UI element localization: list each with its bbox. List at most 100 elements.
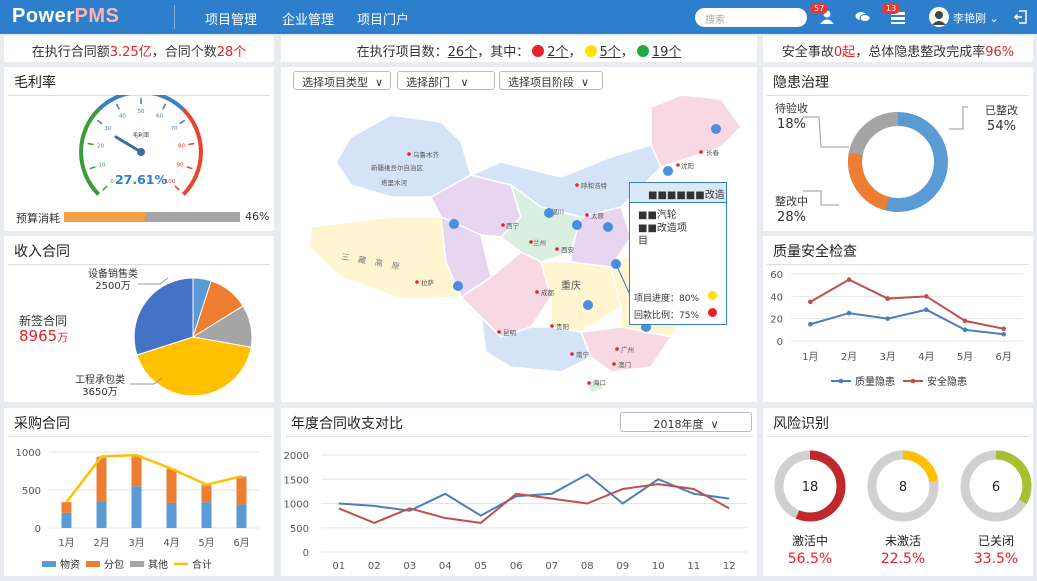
gauge-tick-label: 70	[171, 126, 178, 132]
risk-panel: 风险识别 18 激活中 56.5% 8 未激活 22.5% 6 已关闭 33.5%	[763, 408, 1033, 576]
gauge-tick-label: 30	[104, 126, 111, 132]
gauge-tick	[179, 119, 186, 125]
username[interactable]: 李艳刚 ⌄	[953, 10, 999, 26]
x-tick-label: 1月	[58, 537, 74, 549]
series-line	[809, 278, 1004, 330]
contract-summary: 在执行合同额3.25亿，合同个数28个	[4, 36, 274, 62]
gauge-tick	[102, 185, 108, 191]
income-contract-panel: 收入合同 新签合同 8965万 设备销售类 2500万 工程承包类 3650万	[4, 236, 274, 402]
svg-text:海口: 海口	[593, 378, 606, 387]
project-popup[interactable]: ■■■■■■改造 ■■汽轮 ■■改造项目 项目进度：80% 回款比例：75%	[629, 182, 727, 325]
bar-segment	[61, 512, 72, 528]
data-point	[846, 310, 852, 316]
panel-title: 风险识别	[773, 416, 829, 432]
nav-project-management[interactable]: 项目管理	[205, 9, 257, 28]
data-point	[808, 299, 813, 305]
total-projects-link[interactable]: 26个	[448, 45, 478, 60]
y-tick-label: 1500	[284, 475, 309, 486]
bar-segment	[166, 468, 177, 503]
quality-line-chart: 0 20 40 60 1月 2月 3月 4月 5月 6月质量隐患 安全隐患	[770, 270, 1023, 388]
legend-label: 安全隐患	[927, 375, 967, 388]
svg-text:成都: 成都	[541, 288, 555, 297]
gauge-tick-label: 40	[119, 113, 126, 119]
budget-bar	[64, 212, 240, 222]
yellow-projects-link[interactable]: 5个	[600, 45, 621, 60]
search-input[interactable]: 搜索	[695, 8, 807, 27]
data-point	[885, 296, 890, 301]
fixed-label: 已整改 54%	[985, 104, 1018, 134]
x-tick-label: 05	[474, 561, 487, 572]
data-point	[885, 316, 890, 321]
bar-segment	[96, 458, 107, 502]
y-tick-label: 2000	[284, 451, 309, 462]
bar-segment	[236, 504, 247, 528]
risk-count: 8	[899, 480, 907, 495]
x-tick-label: 4月	[163, 537, 179, 549]
bar-segment	[166, 502, 177, 528]
logout-icon[interactable]	[1013, 9, 1029, 25]
gauge-tick	[87, 142, 94, 146]
annual-line-chart: 0 500 1000 1500 2000 01 02 03 04 05 06 07 08 09 10 11 12	[284, 451, 747, 572]
bar-segment	[131, 457, 142, 487]
svg-text:长春: 长春	[706, 148, 720, 157]
chat-icon[interactable]	[855, 9, 871, 25]
logo[interactable]: PowerPMS	[12, 5, 119, 28]
nav-project-portal[interactable]: 项目门户	[357, 9, 409, 28]
pending-label: 待验收 18%	[775, 102, 808, 132]
risk-count: 6	[992, 480, 1000, 495]
budget-label: 预算消耗	[16, 212, 60, 225]
bar-segment	[96, 501, 107, 528]
x-tick-label: 2月	[93, 537, 109, 549]
x-tick-label: 4月	[918, 351, 934, 363]
budget-value: 46%	[245, 210, 270, 223]
y-tick-label: 40	[770, 292, 783, 303]
nav-enterprise-management[interactable]: 企业管理	[282, 9, 334, 28]
x-tick-label: 11	[687, 561, 700, 572]
avatar[interactable]	[929, 7, 949, 27]
x-tick-label: 2月	[841, 351, 857, 363]
x-tick-label: 03	[403, 561, 416, 572]
red-status-dot	[532, 45, 545, 57]
gauge-tick	[96, 119, 103, 125]
svg-text:新疆维吾尔自治区: 新疆维吾尔自治区	[371, 163, 424, 172]
hazard-panel: 隐患治理 已整改 54% 整改中 28% 待验收 18%	[763, 67, 1033, 231]
data-point	[1001, 326, 1006, 332]
legend-label: 物资	[60, 558, 80, 571]
quality-check-panel: 质量安全检查 0 20 40 60 1月 2月 3月 4月 5月 6月 质量隐患 安全隐患	[763, 236, 1033, 402]
project-summary: 在执行项目数：26个，其中： 2个， 5个， 19个	[281, 36, 757, 62]
svg-text:呼和浩特: 呼和浩特	[581, 181, 608, 190]
panel-title: 年度合同收支对比	[291, 416, 403, 432]
purchase-contract-panel: 采购合同 0 500 1000 1月 2月 3月 4月 5月 6月 物资 分包 其他 合计	[4, 408, 274, 576]
panel-title: 质量安全检查	[773, 244, 857, 260]
popup-payment: 回款比例：75%	[634, 311, 700, 321]
gauge-tick-label: 90	[176, 163, 183, 169]
svg-text:昆明: 昆明	[503, 329, 517, 337]
x-tick-label: 10	[652, 561, 665, 572]
svg-text:西安: 西安	[561, 245, 575, 254]
svg-text:广州: 广州	[621, 345, 634, 354]
year-select[interactable]: 2018年度 ∨	[620, 412, 752, 432]
risk-percent: 56.5%	[788, 551, 832, 567]
message-badge: 13	[882, 3, 901, 14]
annual-comparison-panel: 年度合同收支对比 2018年度 ∨ 0 500 1000 1500 2000 01 02 03…	[281, 408, 757, 576]
risk-label: 未激活	[885, 534, 921, 548]
bar-segment	[201, 486, 212, 503]
data-point	[962, 327, 968, 333]
gauge-tick-label: 80	[178, 144, 185, 150]
y-tick-label: 0	[303, 548, 309, 559]
gauge-tick	[89, 166, 96, 170]
green-status-dot	[636, 45, 649, 57]
svg-text:兰州: 兰州	[533, 238, 546, 247]
gauge-tick	[174, 185, 180, 191]
purchase-bar-chart: 0 500 1000 1月 2月 3月 4月 5月 6月物资 分包 其他 合计	[16, 448, 259, 571]
data-point	[846, 277, 852, 282]
red-projects-link[interactable]: 2个	[547, 45, 568, 60]
gauge-tick-label: 10	[99, 163, 106, 169]
gauge-tick	[188, 142, 195, 146]
svg-text:西宁: 西宁	[506, 221, 520, 230]
green-projects-link[interactable]: 19个	[652, 45, 682, 60]
x-tick-label: 3月	[128, 537, 144, 549]
y-tick-label: 500	[290, 524, 309, 535]
legend-label: 其他	[148, 558, 168, 571]
gauge-tick-label: 0	[110, 179, 114, 185]
